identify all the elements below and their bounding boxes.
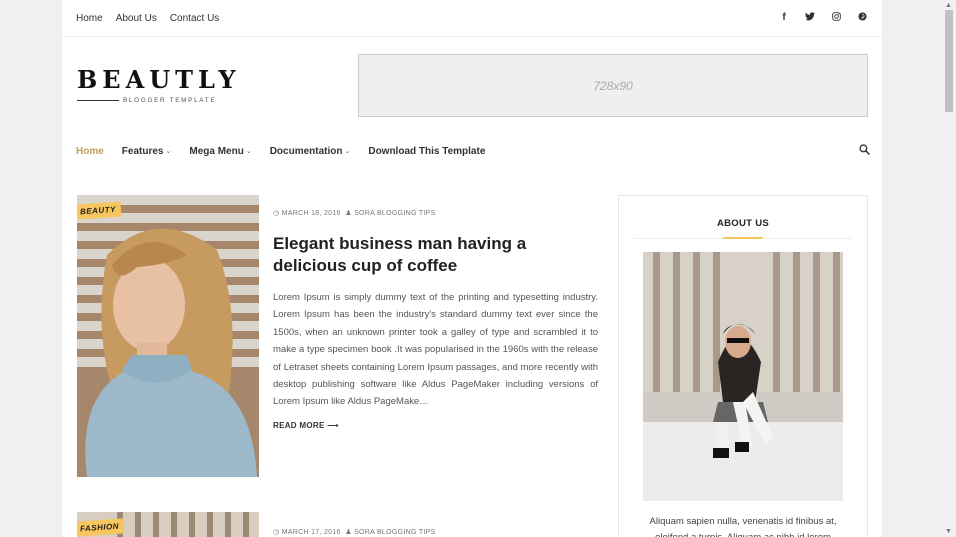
logo-name: BEAUTLY [77,65,241,94]
scroll-up-icon[interactable]: ▲ [945,2,952,9]
nav-download[interactable]: Download This Template [368,146,485,157]
site-header: BEAUTLY BLOGGER TEMPLATE 728x90 [62,37,882,133]
chevron-down-icon: ⌄ [245,148,252,155]
top-link-about[interactable]: About Us [116,13,157,24]
post-card: BEAUTY ◷ MARCH 18, 2016 ♟ SORA BLOGGING … [77,195,607,485]
post-date: MARCH 18, 2016 [281,210,341,217]
post-author[interactable]: SORA BLOGGING TIPS [354,529,436,536]
scrollbar[interactable]: ▲ ▼ [942,0,956,537]
page: Home About Us Contact Us f BEAUTLY BLOGG… [62,0,882,537]
post-card: FASHION ◷ MARCH 17, 2016 ♟ SORA BLOGGING… [77,512,607,537]
pinterest-icon[interactable] [856,12,868,24]
instagram-icon[interactable] [830,12,842,24]
nav-mega-label: Mega Menu [189,145,244,157]
top-link-home[interactable]: Home [76,13,103,24]
post-title[interactable]: Elegant business man having a delicious … [273,233,603,277]
user-icon: ♟ [345,529,352,536]
facebook-icon[interactable]: f [778,12,790,24]
ad-size-label: 728x90 [593,78,633,93]
logo-tagline-row: BLOGGER TEMPLATE [77,97,240,104]
post-thumbnail[interactable]: FASHION [77,512,259,537]
nav-home[interactable]: Home [76,146,104,157]
logo-divider [77,100,119,101]
category-label[interactable]: BEAUTY [77,201,122,220]
logo-tagline: BLOGGER TEMPLATE [123,97,217,104]
post-meta: ◷ MARCH 17, 2016 ♟ SORA BLOGGING TIPS [273,528,436,536]
search-icon[interactable] [859,144,870,158]
clock-icon: ◷ [273,529,280,536]
nav-mega-menu[interactable]: Mega Menu ⌄ [189,146,251,157]
nav-features[interactable]: Features ⌄ [122,146,172,157]
top-link-contact[interactable]: Contact Us [170,13,219,24]
nav-docs-label: Documentation [269,145,343,157]
clock-icon: ◷ [273,210,280,217]
arrow-right-icon: ⟶ [327,421,339,430]
chevron-down-icon: ⌄ [165,148,172,155]
widget-accent [723,237,763,239]
post-author[interactable]: SORA BLOGGING TIPS [354,210,436,217]
social-links: f [778,12,868,24]
ad-banner[interactable]: 728x90 [358,54,868,117]
main-nav: Home Features ⌄ Mega Menu ⌄ Documentation ⌄… [62,133,882,169]
about-text: Aliquam sapien nulla, venenatis id finib… [649,516,837,537]
nav-features-label: Features [121,145,164,157]
chevron-down-icon: ⌄ [344,148,351,155]
top-links: Home About Us Contact Us [76,13,219,24]
post-meta: ◷ MARCH 18, 2016 ♟ SORA BLOGGING TIPS [273,209,436,217]
twitter-icon[interactable] [804,12,816,24]
post-date: MARCH 17, 2016 [281,529,341,536]
read-more-label: READ MORE [273,421,325,430]
widget-title: ABOUT US [716,218,769,229]
site-logo[interactable]: BEAUTLY BLOGGER TEMPLATE [77,65,240,104]
post-excerpt: Lorem Ipsum is simply dummy text of the … [273,292,598,408]
nav-documentation[interactable]: Documentation ⌄ [270,146,351,157]
about-photo [643,252,843,501]
user-icon: ♟ [345,210,352,217]
scrollbar-thumb[interactable] [945,10,953,112]
post-thumbnail[interactable]: BEAUTY [77,195,259,477]
scroll-down-icon[interactable]: ▼ [945,528,952,535]
read-more-link[interactable]: READ MORE ⟶ [273,421,339,430]
top-bar: Home About Us Contact Us f [62,0,882,37]
sidebar-about-widget: ABOUT US Aliquam sapien nulla, venenatis… [618,195,868,537]
